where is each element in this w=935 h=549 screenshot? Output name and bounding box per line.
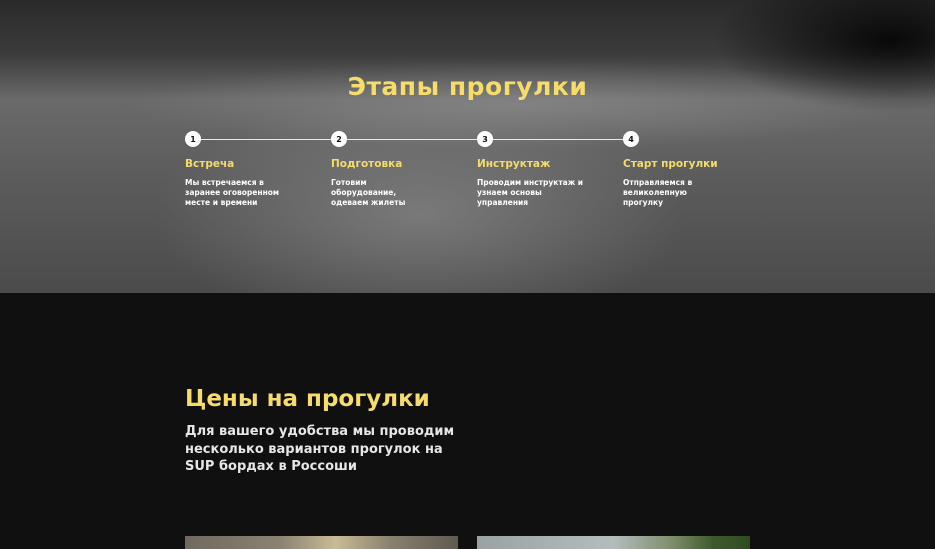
step-number-badge: 1 xyxy=(185,131,201,147)
step-description: Мы встречаемся в заранее оговоренном мес… xyxy=(185,178,280,207)
stages-section: Этапы прогулки 1 Встреча Мы встречаемся … xyxy=(0,0,935,293)
step-4: 4 Старт прогулки Отправляемся в великоле… xyxy=(623,131,753,208)
step-number-badge: 3 xyxy=(477,131,493,147)
prices-description: Для вашего удобства мы проводим нескольк… xyxy=(185,424,455,474)
stages-title: Этапы прогулки xyxy=(347,72,588,101)
step-description: Проводим инструктаж и узнаем основы упра… xyxy=(477,178,584,207)
step-description: Отправляемся в великолепную прогулку xyxy=(623,178,693,207)
step-1: 1 Встреча Мы встречаемся в заранее огово… xyxy=(185,131,315,208)
step-title: Инструктаж xyxy=(477,158,551,170)
prices-title: Цены на прогулки xyxy=(185,386,430,412)
step-number-badge: 2 xyxy=(331,131,347,147)
step-title: Подготовка xyxy=(331,158,403,170)
step-2: 2 Подготовка Готовим оборудование, одева… xyxy=(331,131,461,208)
price-card-image-trees[interactable] xyxy=(477,536,750,549)
step-number-badge: 4 xyxy=(623,131,639,147)
step-title: Встреча xyxy=(185,158,235,170)
price-card-image-sunset[interactable] xyxy=(185,536,458,549)
step-3: 3 Инструктаж Проводим инструктаж и узнае… xyxy=(477,131,607,208)
step-title: Старт прогулки xyxy=(623,158,718,170)
step-description: Готовим оборудование, одеваем жилеты xyxy=(331,178,406,207)
